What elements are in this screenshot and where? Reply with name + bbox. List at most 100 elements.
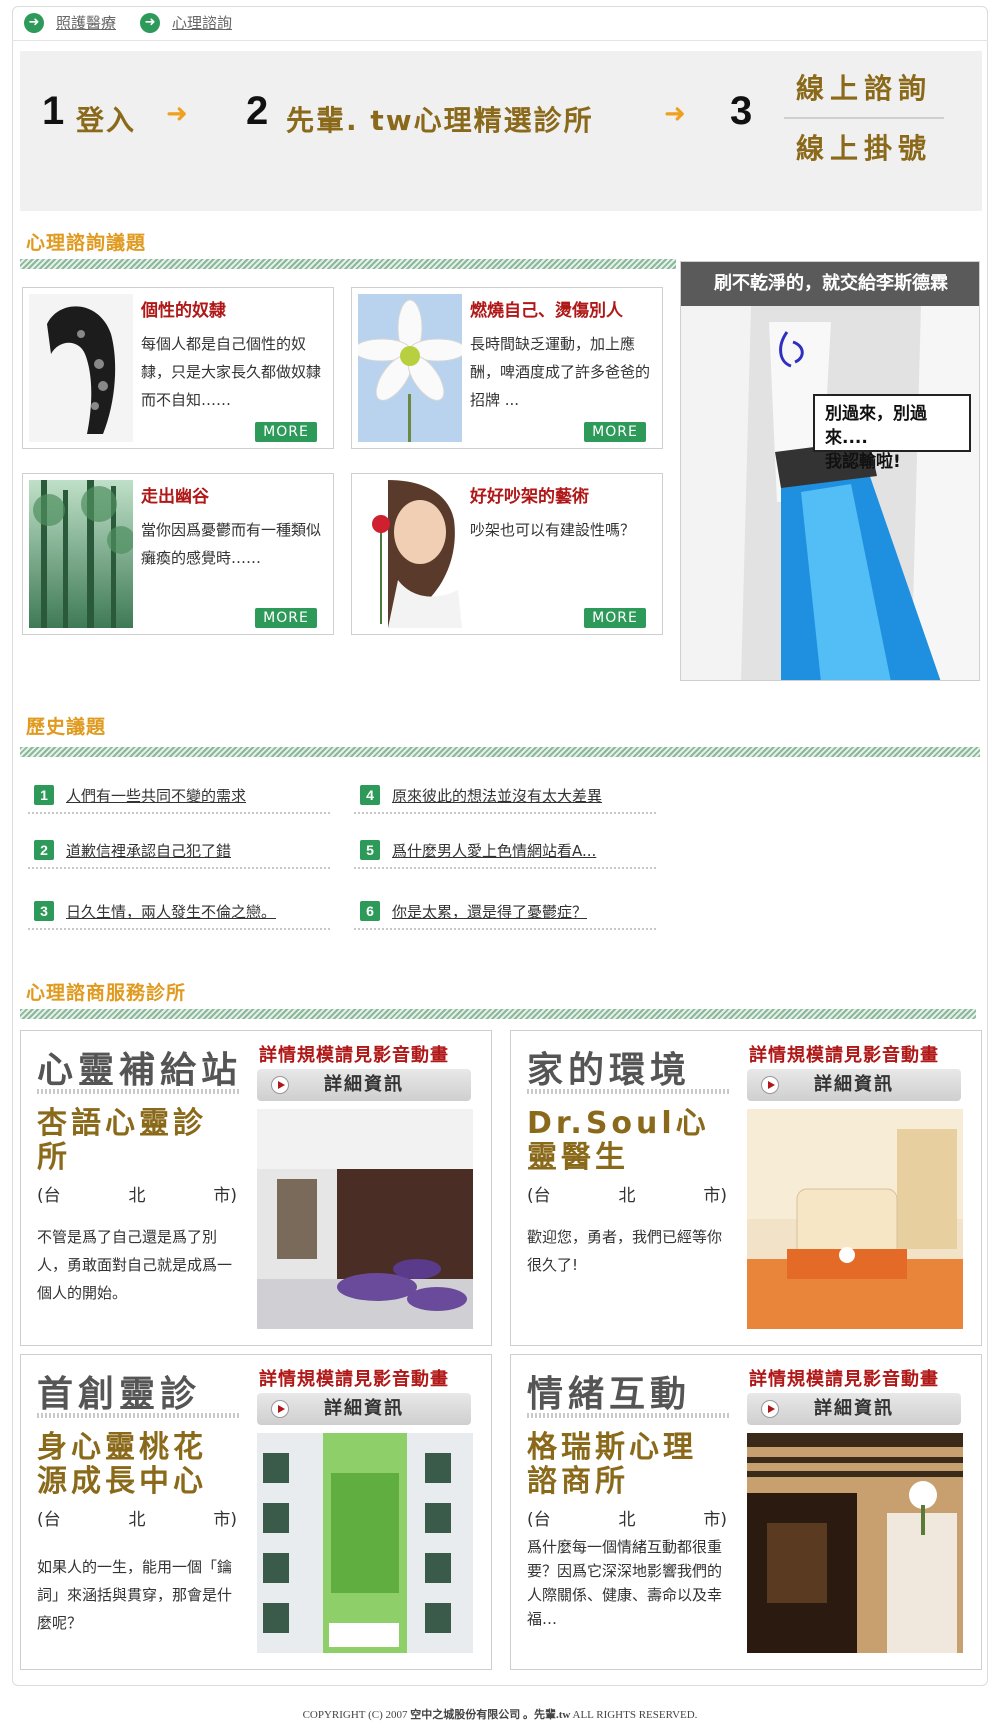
topic-title[interactable]: 燃燒自己、燙傷別人 bbox=[470, 296, 623, 321]
more-button[interactable]: MORE bbox=[255, 608, 317, 628]
clinic-category: 家的環境 bbox=[527, 1050, 692, 1091]
step3-online-booking[interactable]: 線上掛號 bbox=[784, 127, 944, 167]
details-button-label: 詳細資訊 bbox=[814, 1074, 894, 1095]
clinic-video-note[interactable]: 詳情規模請見影音動畫 bbox=[749, 1365, 939, 1391]
steps-banner: 1 登入 ➜ 2 先輩. tw心理精選診所 ➜ 3 線上諮詢 線上掛號 bbox=[20, 51, 982, 211]
history-item[interactable]: 1 人們有一些共同不變的需求 bbox=[28, 778, 330, 814]
history-number-badge: 3 bbox=[34, 901, 54, 921]
city-part: 市) bbox=[213, 1510, 237, 1530]
breadcrumb: ➜ 照護醫療 ➜ 心理諮詢 bbox=[24, 12, 244, 33]
clinic-name[interactable]: 杏語心靈診所 bbox=[37, 1107, 237, 1175]
lotus-pod-image bbox=[29, 294, 133, 442]
forest-image bbox=[29, 480, 133, 628]
details-button[interactable]: 詳細資訊 bbox=[747, 1069, 961, 1101]
ad-headline: 刷不乾淨的，就交給李斯德霖 bbox=[681, 262, 979, 306]
white-flower-image bbox=[358, 294, 462, 442]
topic-card: 燃燒自己、燙傷別人 長時間缺乏運動，加上應酬，啤酒度成了許多爸爸的招牌 ... … bbox=[351, 287, 663, 449]
mouthwash-ad[interactable]: 刷不乾淨的，就交給李斯德霖 別過來，別過來.... 我認輸啦! bbox=[680, 261, 980, 681]
topic-card: 好好吵架的藝術 吵架也可以有建設性嗎？ MORE bbox=[351, 473, 663, 635]
topic-title[interactable]: 好好吵架的藝術 bbox=[470, 482, 589, 507]
city-part: 市) bbox=[703, 1186, 727, 1206]
clinic-video-note[interactable]: 詳情規模請見影音動畫 bbox=[259, 1365, 449, 1391]
copyright-suffix: ALL RIGHTS RESERVED. bbox=[572, 1709, 698, 1721]
step-arrow-icon: ➜ bbox=[166, 99, 188, 129]
more-button[interactable]: MORE bbox=[255, 422, 317, 442]
clinic-interior-image bbox=[747, 1433, 963, 1653]
history-link[interactable]: 原來彼此的想法並沒有太大差異 bbox=[392, 785, 602, 806]
category-underline bbox=[527, 1089, 731, 1094]
clinic-card: 情緒互動 詳情規模請見影音動畫 詳細資訊 格瑞斯心理諮商所 (台 北 市) 爲什麼每… bbox=[510, 1354, 982, 1670]
clinic-name[interactable]: 身心靈桃花源成長中心 bbox=[37, 1431, 237, 1499]
step-arrow-icon: ➜ bbox=[664, 99, 686, 129]
clinic-description: 爲什麼每一個情緒互動都很重要？因爲它深深地影響我們的人際關係、健康、壽命以及幸福… bbox=[527, 1538, 723, 1628]
details-button-label: 詳細資訊 bbox=[324, 1398, 404, 1419]
topic-card: 走出幽谷 當你因爲憂鬱而有一種類似癱瘓的感覺時…… MORE bbox=[22, 473, 334, 635]
city-part: 市) bbox=[213, 1186, 237, 1206]
history-number-badge: 4 bbox=[360, 785, 380, 805]
history-item[interactable]: 4 原來彼此的想法並沒有太大差異 bbox=[354, 778, 656, 814]
step2-clinics[interactable]: 先輩. tw心理精選診所 bbox=[286, 99, 594, 139]
breadcrumb-link-counseling[interactable]: 心理諮詢 bbox=[172, 12, 232, 33]
clinic-category: 情緒互動 bbox=[527, 1374, 692, 1415]
clinic-description: 不管是爲了自己還是爲了別人，勇敢面對自己就是成爲一個人的開始。 bbox=[37, 1228, 233, 1302]
clinic-card: 首創靈診 詳情規模請見影音動畫 詳細資訊 身心靈桃花源成長中心 (台 北 市) 如果… bbox=[20, 1354, 492, 1670]
ad-bubble-line2: 我認輸啦! bbox=[825, 452, 901, 472]
clinic-video-note[interactable]: 詳情規模請見影音動畫 bbox=[749, 1041, 939, 1067]
history-item[interactable]: 3 日久生情，兩人發生不倫之戀。 bbox=[28, 894, 330, 930]
city-part: 市) bbox=[703, 1510, 727, 1530]
ad-speech-bubble: 別過來，別過來.... 我認輸啦! bbox=[813, 394, 971, 472]
step2-number: 2 bbox=[246, 89, 269, 133]
clinic-city: (台 北 市) bbox=[527, 1181, 727, 1206]
details-button[interactable]: 詳細資訊 bbox=[257, 1069, 471, 1101]
clinic-card: 心靈補給站 詳情規模請見影音動畫 詳細資訊 杏語心靈診所 (台 北 市) 不管是爲了… bbox=[20, 1030, 492, 1346]
city-part: (台 bbox=[37, 1186, 61, 1206]
arrow-right-icon: ➜ bbox=[140, 12, 161, 33]
breadcrumb-item-counseling: ➜ 心理諮詢 bbox=[140, 12, 244, 33]
topic-title[interactable]: 個性的奴隸 bbox=[141, 296, 226, 321]
details-button[interactable]: 詳細資訊 bbox=[747, 1393, 961, 1425]
woman-smelling-flower-image bbox=[358, 480, 462, 628]
city-part: (台 bbox=[37, 1510, 61, 1530]
step1-login[interactable]: 登入 bbox=[76, 99, 136, 139]
clinic-category: 首創靈診 bbox=[37, 1374, 202, 1415]
clinic-city: (台 北 市) bbox=[527, 1505, 727, 1530]
history-item[interactable]: 5 爲什麼男人愛上色情網站看A... bbox=[354, 833, 656, 869]
clinics-section-title: 心理諮商服務診所 bbox=[26, 982, 187, 1004]
topic-summary: 每個人都是自己個性的奴隸，只是大家長久都做奴隸而不自知…… bbox=[141, 335, 322, 409]
history-link[interactable]: 日久生情，兩人發生不倫之戀。 bbox=[66, 901, 276, 922]
history-item[interactable]: 6 你是太累，還是得了憂鬱症？ bbox=[354, 894, 656, 930]
clinic-video-note[interactable]: 詳情規模請見影音動畫 bbox=[259, 1041, 449, 1067]
topics-section-title: 心理諮詢議題 bbox=[26, 232, 147, 254]
history-link[interactable]: 爲什麼男人愛上色情網站看A... bbox=[392, 840, 596, 861]
ad-bubble-line1: 別過來，別過來.... bbox=[825, 404, 927, 448]
history-link[interactable]: 道歉信裡承認自己犯了錯 bbox=[66, 840, 231, 861]
history-item[interactable]: 2 道歉信裡承認自己犯了錯 bbox=[28, 833, 330, 869]
history-section-title: 歷史議題 bbox=[26, 716, 107, 738]
breadcrumb-divider bbox=[12, 40, 988, 41]
city-part: (台 bbox=[527, 1186, 551, 1206]
clinic-city: (台 北 市) bbox=[37, 1181, 237, 1206]
more-button[interactable]: MORE bbox=[584, 422, 646, 442]
play-icon bbox=[271, 1400, 289, 1418]
topics-stripe bbox=[20, 259, 676, 269]
details-button-label: 詳細資訊 bbox=[814, 1398, 894, 1419]
details-button-label: 詳細資訊 bbox=[324, 1074, 404, 1095]
breadcrumb-link-care[interactable]: 照護醫療 bbox=[56, 12, 116, 33]
step1-number: 1 bbox=[42, 89, 65, 133]
history-number-badge: 1 bbox=[34, 785, 54, 805]
clinic-name[interactable]: 格瑞斯心理諮商所 bbox=[527, 1431, 727, 1499]
history-link[interactable]: 你是太累，還是得了憂鬱症？ bbox=[392, 901, 587, 922]
category-underline bbox=[37, 1413, 241, 1418]
more-button[interactable]: MORE bbox=[584, 608, 646, 628]
topic-summary: 當你因爲憂鬱而有一種類似癱瘓的感覺時…… bbox=[141, 521, 322, 567]
details-button[interactable]: 詳細資訊 bbox=[257, 1393, 471, 1425]
topic-title[interactable]: 走出幽谷 bbox=[141, 482, 209, 507]
topic-summary: 長時間缺乏運動，加上應酬，啤酒度成了許多爸爸的招牌 ... bbox=[470, 335, 651, 409]
history-link[interactable]: 人們有一些共同不變的需求 bbox=[66, 785, 246, 806]
breadcrumb-item-care: ➜ 照護醫療 bbox=[24, 12, 128, 33]
clinic-lobby-image bbox=[257, 1109, 473, 1329]
arrow-right-icon: ➜ bbox=[24, 12, 44, 33]
clinic-description: 歡迎您，勇者，我們已經等你很久了! bbox=[527, 1228, 723, 1274]
clinic-name[interactable]: Dr.Soul心靈醫生 bbox=[527, 1107, 727, 1175]
step3-online-consult[interactable]: 線上諮詢 bbox=[784, 67, 944, 107]
